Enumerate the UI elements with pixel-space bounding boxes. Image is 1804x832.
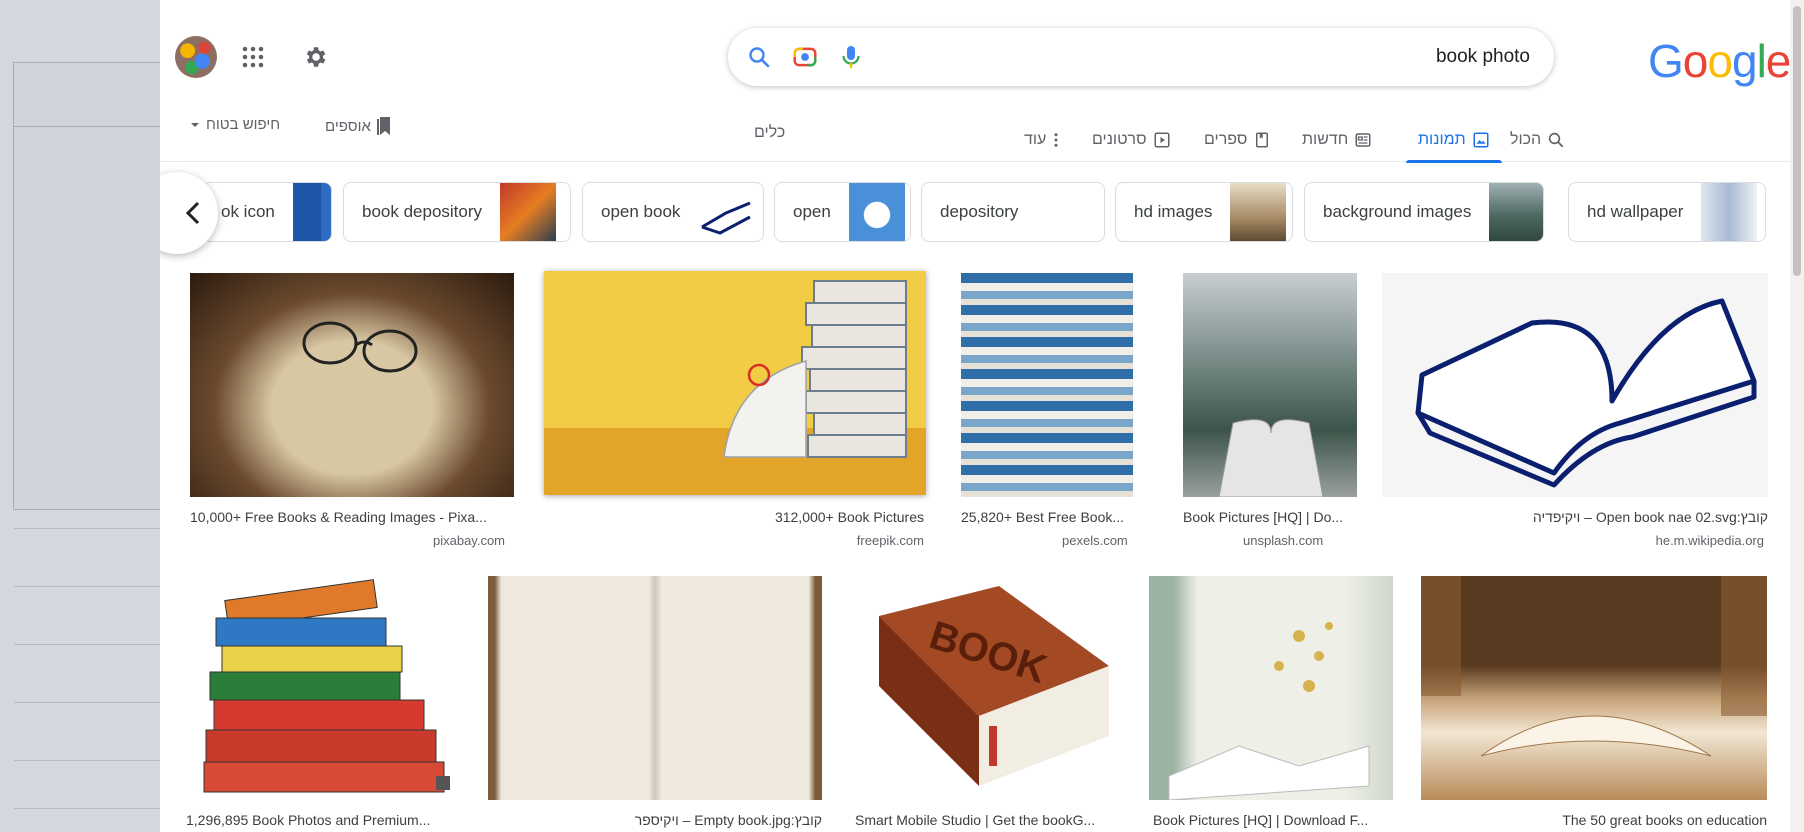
tab-videos[interactable]: סרטונים — [1092, 118, 1171, 162]
chip-thumb — [698, 183, 755, 241]
result-item[interactable]: The 50 great books on education — [1421, 576, 1767, 832]
chip-depository[interactable]: depository — [921, 182, 1105, 242]
result-title[interactable]: Smart Mobile Studio | Get the bookG... — [855, 812, 1129, 828]
chip-thumb — [1230, 183, 1287, 241]
tab-label: עוד — [1024, 131, 1047, 148]
search-icon — [1548, 132, 1564, 148]
scrollbar-thumb[interactable] — [1793, 6, 1801, 276]
tab-label: חדשות — [1302, 131, 1349, 148]
apps-grid-icon[interactable] — [238, 42, 268, 72]
result-item[interactable]: 312,000+ Book Pictures freepik.com — [544, 271, 926, 548]
google-logo[interactable]: Google — [1648, 34, 1791, 88]
result-image[interactable] — [1183, 273, 1357, 497]
result-item[interactable]: Book Pictures [HQ] | Download F... — [1149, 576, 1393, 832]
result-source: pexels.com — [1062, 533, 1128, 548]
avatar[interactable] — [175, 36, 217, 78]
search-input[interactable]: book photo — [1436, 28, 1530, 86]
tab-books[interactable]: ספרים — [1204, 118, 1271, 162]
result-source: pixabay.com — [433, 533, 506, 548]
background-window — [0, 0, 160, 832]
result-item[interactable]: Book Pictures [HQ] | Do... unsplash.com — [1173, 273, 1357, 548]
result-image[interactable]: BOOK — [849, 576, 1123, 800]
scrollbar[interactable] — [1790, 0, 1804, 832]
search-tabs: הכול תמונות חדשות ספרים סרטונים עוד כלים… — [160, 110, 1804, 163]
chip-thumb — [848, 183, 905, 241]
chip-hd-wallpaper[interactable]: hd wallpaper — [1568, 182, 1766, 242]
image-icon — [1473, 132, 1489, 148]
tools-button[interactable]: כלים — [754, 124, 785, 142]
chip-thumb — [1036, 183, 1093, 241]
chip-thumb — [500, 183, 557, 241]
result-image[interactable] — [1382, 273, 1768, 497]
result-image[interactable] — [1421, 576, 1767, 800]
tab-news[interactable]: חדשות — [1302, 118, 1372, 162]
result-title[interactable]: 1,296,895 Book Photos and Premium... — [186, 812, 462, 828]
caret-down-icon — [191, 122, 199, 127]
chip-book-depository[interactable]: book depository — [343, 182, 571, 242]
result-image[interactable] — [1149, 576, 1393, 800]
google-images-page: book photo Google הכול תמונות חדשות ספרי… — [160, 0, 1804, 832]
chip-thumb — [1489, 183, 1543, 241]
result-title[interactable]: The 50 great books on education — [1421, 812, 1767, 828]
result-source: he.m.wikipedia.org — [1655, 533, 1764, 548]
tab-all[interactable]: הכול — [1510, 118, 1565, 162]
result-item[interactable]: 25,820+ Best Free Book... pexels.com — [961, 273, 1141, 548]
chip-icon[interactable]: ok icon — [202, 182, 332, 242]
result-title[interactable]: 312,000+ Book Pictures — [546, 509, 924, 525]
bookmark-icon — [376, 117, 390, 135]
newspaper-icon — [1355, 133, 1371, 147]
chip-hd-images[interactable]: hd images — [1115, 182, 1293, 242]
tab-label: סרטונים — [1092, 131, 1147, 148]
result-image[interactable] — [190, 273, 514, 497]
collections-button[interactable]: אוספים — [325, 116, 393, 136]
safesearch-button[interactable]: חיפוש בטוח — [190, 116, 280, 133]
result-item[interactable]: קובץ:Open book nae 02.svg – ויקיפדיה he.… — [1382, 273, 1768, 548]
result-item[interactable]: BOOK Smart Mobile Studio | Get the bookG… — [849, 576, 1123, 832]
chip-background-images[interactable]: background images — [1304, 182, 1544, 242]
result-item[interactable]: 1,296,895 Book Photos and Premium... — [186, 576, 462, 832]
gear-icon[interactable] — [300, 42, 330, 72]
chip-thumb — [292, 183, 331, 241]
result-item[interactable]: קובץ:Empty book.jpg – ויקיספר — [488, 576, 822, 832]
tab-label: תמונות — [1418, 131, 1466, 148]
book-icon — [1256, 132, 1269, 148]
chip-open[interactable]: open — [774, 182, 911, 242]
search-box[interactable]: book photo — [728, 28, 1554, 86]
background-frame — [13, 62, 160, 510]
result-title[interactable]: Book Pictures [HQ] | Download F... — [1153, 812, 1397, 828]
tab-more[interactable]: עוד — [1024, 118, 1060, 162]
result-title[interactable]: 10,000+ Free Books & Reading Images - Pi… — [190, 509, 514, 525]
result-source: freepik.com — [856, 533, 924, 548]
camera-lens-icon[interactable] — [790, 42, 820, 72]
result-image[interactable] — [961, 273, 1133, 497]
search-icon[interactable] — [744, 42, 774, 72]
play-icon — [1154, 132, 1170, 148]
chip-open-book[interactable]: open book — [582, 182, 764, 242]
result-image[interactable] — [186, 576, 462, 800]
result-title[interactable]: קובץ:Empty book.jpg – ויקיספר — [488, 812, 822, 828]
microphone-icon[interactable] — [836, 42, 866, 72]
result-title[interactable]: קובץ:Open book nae 02.svg – ויקיפדיה — [1382, 509, 1768, 525]
result-source: unsplash.com — [1243, 533, 1324, 548]
header: book photo Google — [160, 0, 1804, 110]
related-chips: ok icon book depository open book open d… — [160, 182, 1804, 244]
result-image[interactable] — [544, 271, 926, 495]
chevron-left-icon — [185, 201, 200, 225]
result-item[interactable]: 10,000+ Free Books & Reading Images - Pi… — [190, 273, 514, 548]
result-title[interactable]: Book Pictures [HQ] | Do... — [1183, 509, 1357, 525]
tab-label: ספרים — [1204, 131, 1248, 148]
tab-label: הכול — [1510, 131, 1542, 148]
result-title[interactable]: 25,820+ Best Free Book... — [961, 509, 1141, 525]
result-image[interactable] — [488, 576, 822, 800]
more-vert-icon — [1054, 133, 1058, 147]
chip-thumb — [1701, 183, 1758, 241]
tab-images[interactable]: תמונות — [1406, 118, 1502, 163]
